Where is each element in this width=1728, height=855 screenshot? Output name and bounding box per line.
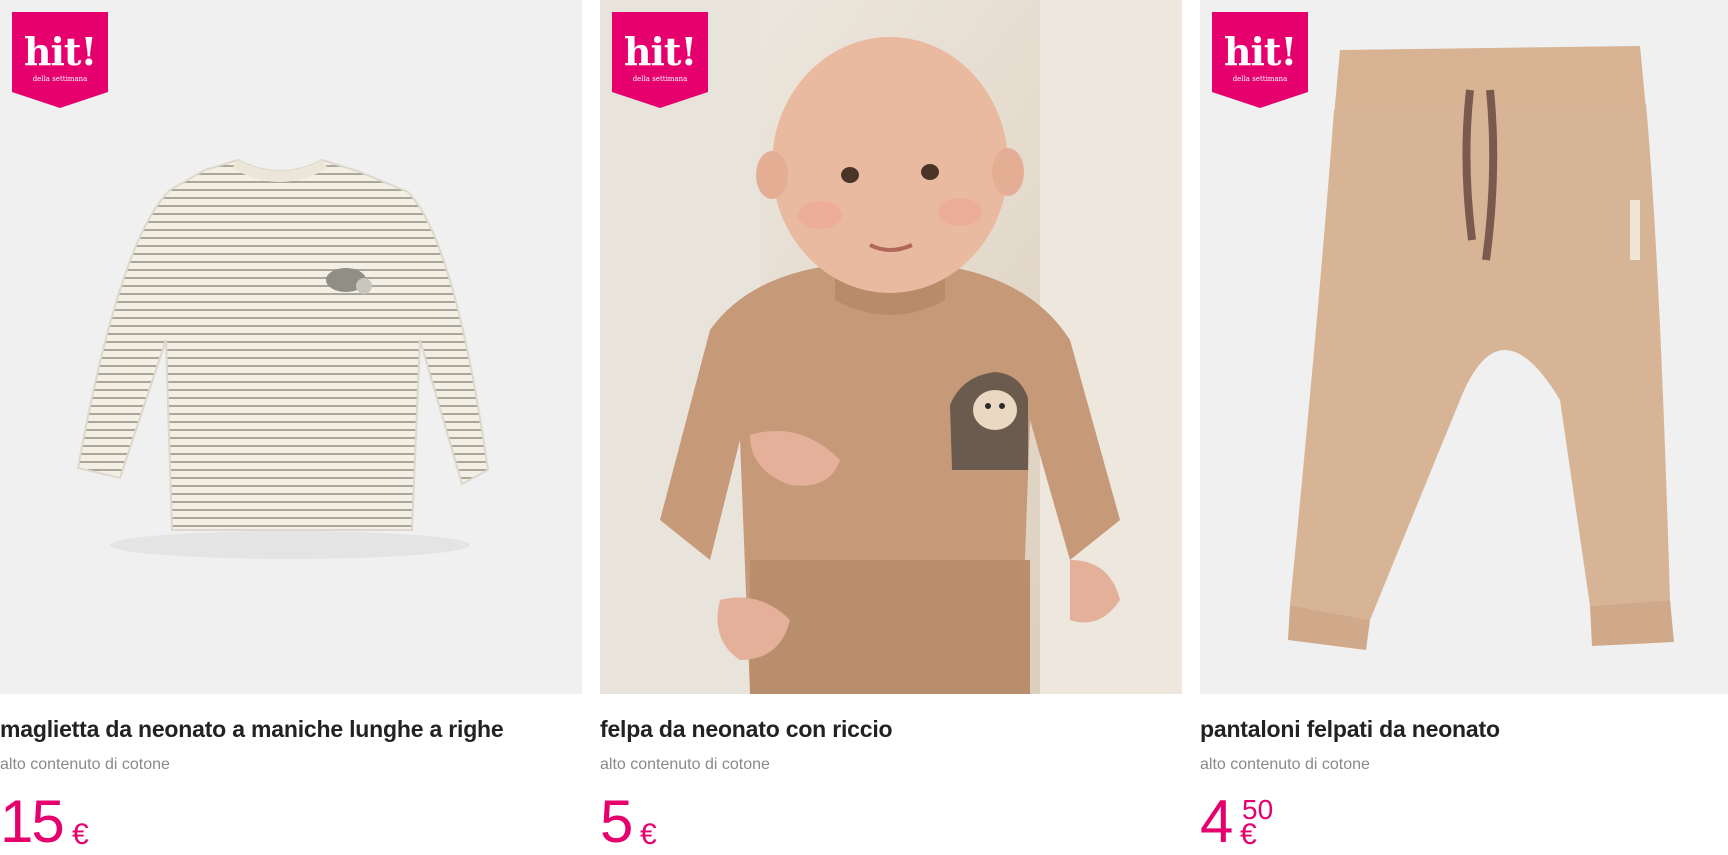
product-description: alto contenuto di cotone	[0, 756, 170, 773]
price-integer: 4	[1200, 788, 1233, 855]
hit-badge-text: hit!	[623, 29, 697, 74]
hit-badge-subtext: della settimana	[1232, 75, 1288, 83]
hit-badge-text: hit!	[1223, 29, 1297, 74]
hit-badge: hit! della settimana	[1212, 12, 1308, 108]
product-description: alto contenuto di cotone	[600, 756, 770, 773]
price-integer: 5	[600, 788, 633, 855]
product-card[interactable]: hit! della settimana felpa da neonato co…	[600, 0, 1182, 854]
product-name[interactable]: felpa da neonato con riccio	[600, 716, 893, 743]
product-name[interactable]: maglietta da neonato a maniche lunghe a …	[0, 716, 504, 743]
product-image-shirt[interactable]: hit! della settimana	[0, 0, 582, 694]
price-integer: 15	[0, 788, 65, 855]
hit-badge-subtext: della settimana	[32, 75, 88, 83]
product-image-sweatpants[interactable]: hit! della settimana	[1200, 0, 1728, 694]
price-currency: €	[1240, 818, 1257, 851]
hit-badge: hit! della settimana	[12, 12, 108, 108]
price-currency: €	[640, 818, 657, 851]
product-description: alto contenuto di cotone	[1200, 756, 1370, 773]
product-card[interactable]: hit! della settimana pantaloni felpati d…	[1200, 0, 1728, 854]
product-grid: hit! della settimana maglietta da neonat…	[0, 0, 1728, 854]
hit-badge: hit! della settimana	[612, 12, 708, 108]
hit-badge-text: hit!	[23, 29, 97, 74]
hit-badge-subtext: della settimana	[632, 75, 688, 83]
product-image-baby-sweatshirt[interactable]: hit! della settimana	[600, 0, 1182, 694]
price-currency: €	[72, 818, 89, 851]
product-name[interactable]: pantaloni felpati da neonato	[1200, 716, 1500, 743]
product-card[interactable]: hit! della settimana maglietta da neonat…	[0, 0, 582, 854]
